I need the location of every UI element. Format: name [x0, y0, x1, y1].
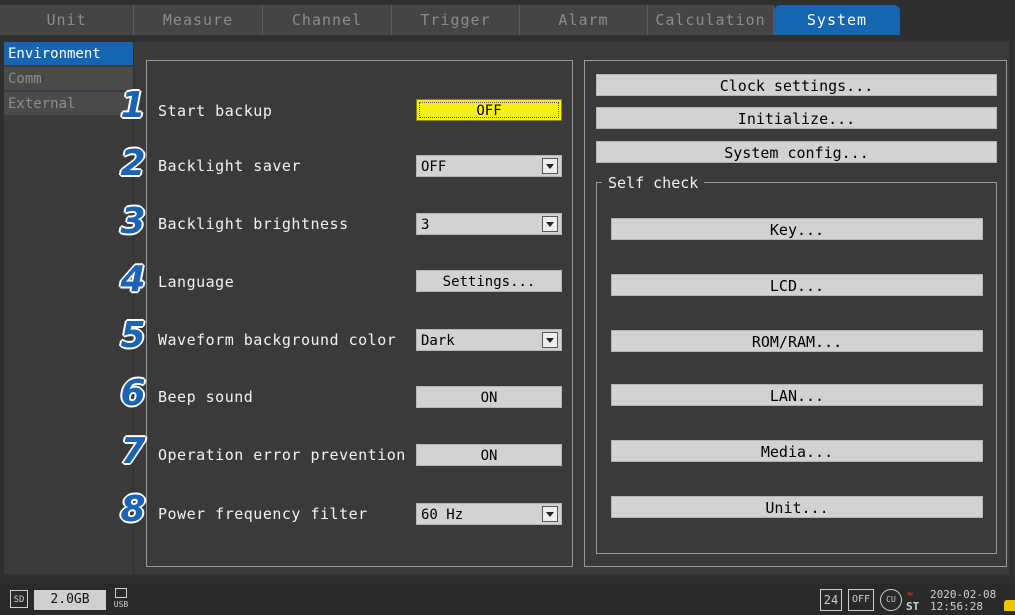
initialize-button[interactable]: Initialize...: [596, 107, 997, 129]
environment-settings-group: [146, 60, 573, 567]
tab-calculation[interactable]: Calculation: [648, 5, 774, 35]
backlight-brightness-select[interactable]: 3: [416, 213, 562, 235]
dropdown-arrow-icon[interactable]: [542, 332, 558, 348]
waveform-background-color-label: Waveform background color: [158, 331, 397, 349]
operation-error-prevention-label: Operation error prevention: [158, 446, 406, 464]
tab-bar: Unit Measure Channel Trigger Alarm Calcu…: [0, 5, 1015, 35]
status-time: 12:56:28: [930, 600, 983, 613]
callout-number: 4: [120, 259, 146, 300]
callout-number: 6: [120, 373, 146, 414]
callout-number: 3: [120, 201, 146, 242]
st-label: ST: [906, 600, 920, 613]
dropdown-arrow-icon[interactable]: [542, 216, 558, 232]
callout-number: 7: [120, 431, 146, 472]
self-check-media-button[interactable]: Media...: [611, 440, 983, 462]
select-value: Dark: [421, 333, 455, 349]
usb-icon: USB: [112, 588, 130, 610]
tab-unit[interactable]: Unit: [0, 5, 134, 35]
operation-error-prevention-button[interactable]: ON: [416, 444, 562, 466]
clock-settings-button[interactable]: Clock settings...: [596, 74, 997, 96]
self-check-title: Self check: [602, 174, 705, 192]
signal-wave-icon: ≈: [907, 589, 914, 600]
waveform-background-color-select[interactable]: Dark: [416, 329, 562, 351]
tab-trigger[interactable]: Trigger: [392, 5, 520, 35]
sidebar-item-environment[interactable]: Environment: [4, 42, 133, 66]
self-check-lcd-button[interactable]: LCD...: [611, 274, 983, 296]
auto-off-icon: OFF: [848, 589, 874, 611]
tab-channel[interactable]: Channel: [263, 5, 392, 35]
select-value: 60 Hz: [421, 507, 464, 523]
tab-measure[interactable]: Measure: [134, 5, 263, 35]
clock-24h-icon: 24: [820, 589, 842, 611]
beep-sound-button[interactable]: ON: [416, 386, 562, 408]
language-settings-button[interactable]: Settings...: [416, 270, 562, 292]
power-frequency-filter-label: Power frequency filter: [158, 505, 368, 523]
select-value: 3: [421, 217, 430, 233]
self-check-rom-ram-button[interactable]: ROM/RAM...: [611, 330, 983, 352]
dropdown-arrow-icon[interactable]: [542, 506, 558, 522]
self-check-key-button[interactable]: Key...: [611, 218, 983, 240]
tab-system[interactable]: System: [774, 5, 900, 35]
callout-number: 1: [120, 85, 146, 126]
callout-number: 5: [120, 315, 146, 356]
backlight-saver-select[interactable]: OFF: [416, 155, 562, 177]
dropdown-arrow-icon[interactable]: [542, 158, 558, 174]
usb-label: USB: [113, 600, 129, 609]
sd-card-icon: SD: [10, 590, 28, 608]
system-config-button[interactable]: System config...: [596, 141, 997, 163]
self-check-unit-button[interactable]: Unit...: [611, 496, 983, 518]
tab-alarm[interactable]: Alarm: [520, 5, 648, 35]
select-value: OFF: [421, 159, 447, 175]
start-backup-button[interactable]: OFF: [416, 99, 562, 121]
backlight-brightness-label: Backlight brightness: [158, 215, 349, 233]
language-label: Language: [158, 273, 235, 291]
callout-number: 8: [120, 489, 146, 530]
start-backup-label: Start backup: [158, 102, 273, 120]
callout-number: 2: [120, 143, 146, 184]
self-check-lan-button[interactable]: LAN...: [611, 384, 983, 406]
corner-indicator-icon: [1004, 600, 1015, 611]
cu-status-icon: CU: [880, 589, 902, 611]
backlight-saver-label: Backlight saver: [158, 157, 301, 175]
app-window: Unit Measure Channel Trigger Alarm Calcu…: [0, 0, 1015, 615]
power-frequency-filter-select[interactable]: 60 Hz: [416, 503, 562, 525]
sd-capacity: 2.0GB: [34, 590, 106, 610]
beep-sound-label: Beep sound: [158, 388, 254, 406]
